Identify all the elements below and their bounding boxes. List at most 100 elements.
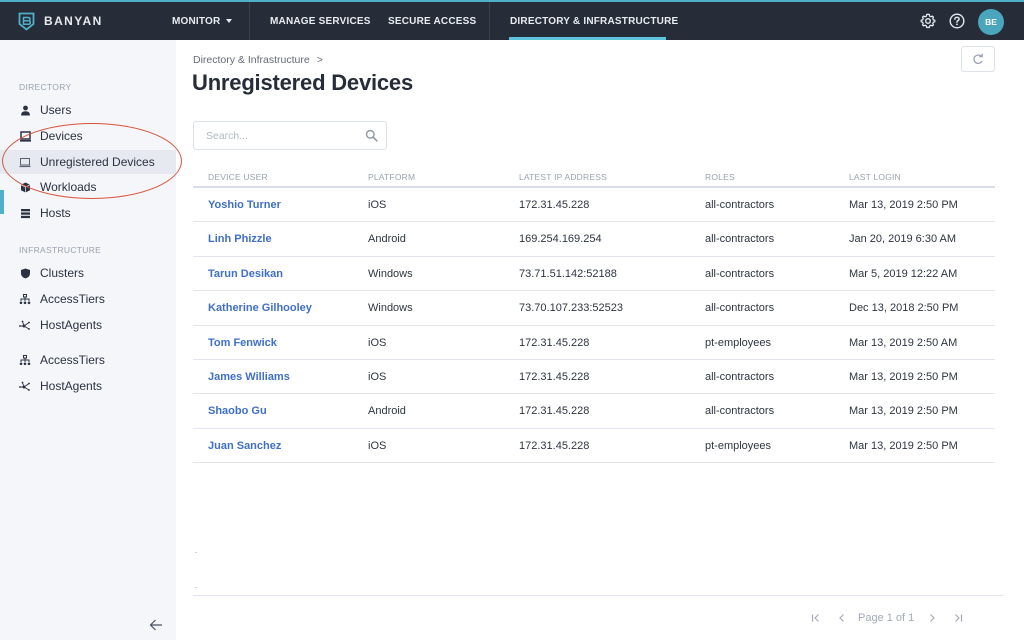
caret-down-icon [226, 19, 233, 23]
table-row[interactable]: Katherine Gilhooley Windows 73.70.107.233:… [193, 291, 995, 326]
sidebar: DIRECTORY Users Devices Unregistered Dev… [0, 40, 176, 640]
nav-monitor-label: MONITOR [172, 15, 221, 27]
device-user-link[interactable]: Yoshio Turner [208, 188, 281, 222]
last-login-cell: Jan 20, 2019 6:30 AM [849, 233, 957, 246]
nav-monitor-dropdown[interactable]: MONITOR [172, 2, 233, 40]
search-input[interactable] [195, 123, 355, 148]
ip-address-cell: 172.31.45.228 [519, 370, 590, 383]
platform-cell: Windows [368, 302, 413, 315]
gear-icon[interactable] [920, 13, 936, 29]
sidebar-item-hosts[interactable]: Hosts [0, 201, 176, 225]
platform-cell: iOS [368, 336, 387, 349]
sidebar-item-devices[interactable]: Devices [0, 124, 176, 148]
table-row[interactable]: Linh Phizzle Android 169.254.169.254 all-co… [193, 222, 995, 257]
column-header-latest-ip[interactable]: LATEST IP ADDRESS [519, 172, 607, 182]
refresh-button[interactable] [961, 46, 995, 72]
table-row[interactable]: Shaobo Gu Android 172.31.45.228 all-contrac… [193, 394, 995, 429]
laptop-icon [19, 156, 31, 168]
last-login-cell: Mar 13, 2019 2:50 PM [849, 370, 958, 383]
column-header-platform[interactable]: PLATFORM [368, 172, 415, 182]
help-icon[interactable] [949, 13, 965, 29]
next-page-icon[interactable] [926, 612, 938, 624]
search-field [193, 121, 387, 150]
roles-cell: all-contractors [705, 267, 775, 280]
ip-address-cell: 73.71.51.142:52188 [519, 267, 617, 280]
nav-secure-access[interactable]: SECURE ACCESS [388, 2, 476, 40]
collapse-sidebar-arrow-icon[interactable] [149, 618, 163, 632]
sidebar-item-label: AccessTiers [40, 353, 105, 367]
sidebar-item-label: HostAgents [40, 379, 103, 393]
nodes-icon [19, 380, 31, 392]
breadcrumb: Directory & Infrastructure > [193, 54, 323, 66]
ip-address-cell: 169.254.169.254 [519, 233, 602, 246]
roles-cell: all-contractors [705, 405, 775, 418]
last-login-cell: Dec 13, 2018 2:50 PM [849, 302, 959, 315]
first-page-icon[interactable] [810, 612, 822, 624]
table-row[interactable]: Juan Sanchez iOS 172.31.45.228 pt-employees… [193, 429, 995, 464]
search-icon[interactable] [365, 129, 378, 142]
roles-cell: pt-employees [705, 336, 772, 349]
table-row[interactable]: Yoshio Turner iOS 172.31.45.228 all-contrac… [193, 188, 995, 223]
ip-address-cell: 172.31.45.228 [519, 336, 590, 349]
device-user-link[interactable]: James Williams [208, 360, 290, 394]
roles-cell: pt-employees [705, 439, 772, 452]
ip-address-cell: 172.31.45.228 [519, 439, 590, 452]
device-user-link[interactable]: Juan Sanchez [208, 429, 281, 463]
device-user-link[interactable]: Linh Phizzle [208, 222, 272, 256]
device-user-link[interactable]: Katherine Gilhooley [208, 291, 312, 325]
column-header-last-login[interactable]: LAST LOGIN [849, 172, 901, 182]
nodes-icon [19, 319, 31, 331]
page-indicator: Page 1 of 1 [858, 612, 915, 624]
refresh-icon [973, 53, 983, 65]
sidebar-section-directory: DIRECTORY [19, 82, 72, 92]
table-body: Yoshio Turner iOS 172.31.45.228 all-contrac… [193, 188, 995, 464]
banyan-logo-icon [18, 12, 35, 31]
sidebar-section-infrastructure: INFRASTRUCTURE [19, 245, 102, 255]
sidebar-item-unregistered-devices[interactable]: Unregistered Devices [0, 150, 176, 174]
user-icon [19, 104, 31, 116]
last-login-cell: Mar 13, 2019 2:50 PM [849, 405, 958, 418]
column-header-device-user[interactable]: DEVICE USER [208, 172, 268, 182]
breadcrumb-link-directory[interactable]: Directory & Infrastructure [193, 54, 310, 66]
nav-divider [489, 2, 490, 40]
table-footer-divider [193, 595, 1003, 596]
last-login-cell: Mar 13, 2019 2:50 AM [849, 336, 958, 349]
platform-cell: iOS [368, 370, 387, 383]
divider-tick [195, 552, 197, 553]
sidebar-item-workloads[interactable]: Workloads [0, 175, 176, 199]
device-user-link[interactable]: Tom Fenwick [208, 326, 277, 360]
sidebar-item-users[interactable]: Users [0, 98, 176, 122]
sidebar-item-label: Users [40, 103, 72, 117]
sidebar-item-hostagents-2[interactable]: HostAgents [0, 374, 176, 398]
sidebar-item-hostagents[interactable]: HostAgents [0, 313, 176, 337]
sidebar-item-clusters[interactable]: Clusters [0, 261, 176, 285]
divider-tick [195, 587, 197, 588]
device-user-link[interactable]: Tarun Desikan [208, 257, 283, 291]
table-row[interactable]: James Williams iOS 172.31.45.228 all-contra… [193, 360, 995, 395]
sidebar-item-label: AccessTiers [40, 292, 105, 306]
last-page-icon[interactable] [952, 612, 964, 624]
last-login-cell: Mar 13, 2019 2:50 PM [849, 199, 958, 211]
nav-manage-services[interactable]: MANAGE SERVICES [270, 2, 371, 40]
sidebar-item-accesstiers-2[interactable]: AccessTiers [0, 348, 176, 372]
nav-directory-infrastructure[interactable]: DIRECTORY & INFRASTRUCTURE [510, 2, 678, 40]
brand[interactable]: BANYAN [18, 2, 103, 40]
user-avatar[interactable]: BE [978, 9, 1004, 35]
unregistered-devices-table: DEVICE USER PLATFORM LATEST IP ADDRESS R… [193, 166, 995, 464]
server-icon [19, 207, 31, 219]
last-login-cell: Mar 5, 2019 12:22 AM [849, 267, 958, 280]
sidebar-item-label: Unregistered Devices [40, 155, 155, 169]
table-row[interactable]: Tarun Desikan Windows 73.71.51.142:52188 al… [193, 257, 995, 292]
table-header: DEVICE USER PLATFORM LATEST IP ADDRESS R… [193, 166, 995, 188]
sidebar-item-label: Clusters [40, 266, 85, 280]
sidebar-item-accesstiers[interactable]: AccessTiers [0, 287, 176, 311]
device-user-link[interactable]: Shaobo Gu [208, 394, 267, 428]
prev-page-icon[interactable] [836, 612, 848, 624]
table-row[interactable]: Tom Fenwick iOS 172.31.45.228 pt-employees M… [193, 326, 995, 360]
nav-active-indicator [509, 37, 666, 40]
top-navbar: BANYAN MONITOR MANAGE SERVICES SECURE AC… [0, 0, 1024, 40]
roles-cell: all-contractors [705, 233, 775, 246]
platform-cell: Windows [368, 267, 413, 280]
cube-icon [19, 181, 31, 193]
column-header-roles[interactable]: ROLES [705, 172, 735, 182]
